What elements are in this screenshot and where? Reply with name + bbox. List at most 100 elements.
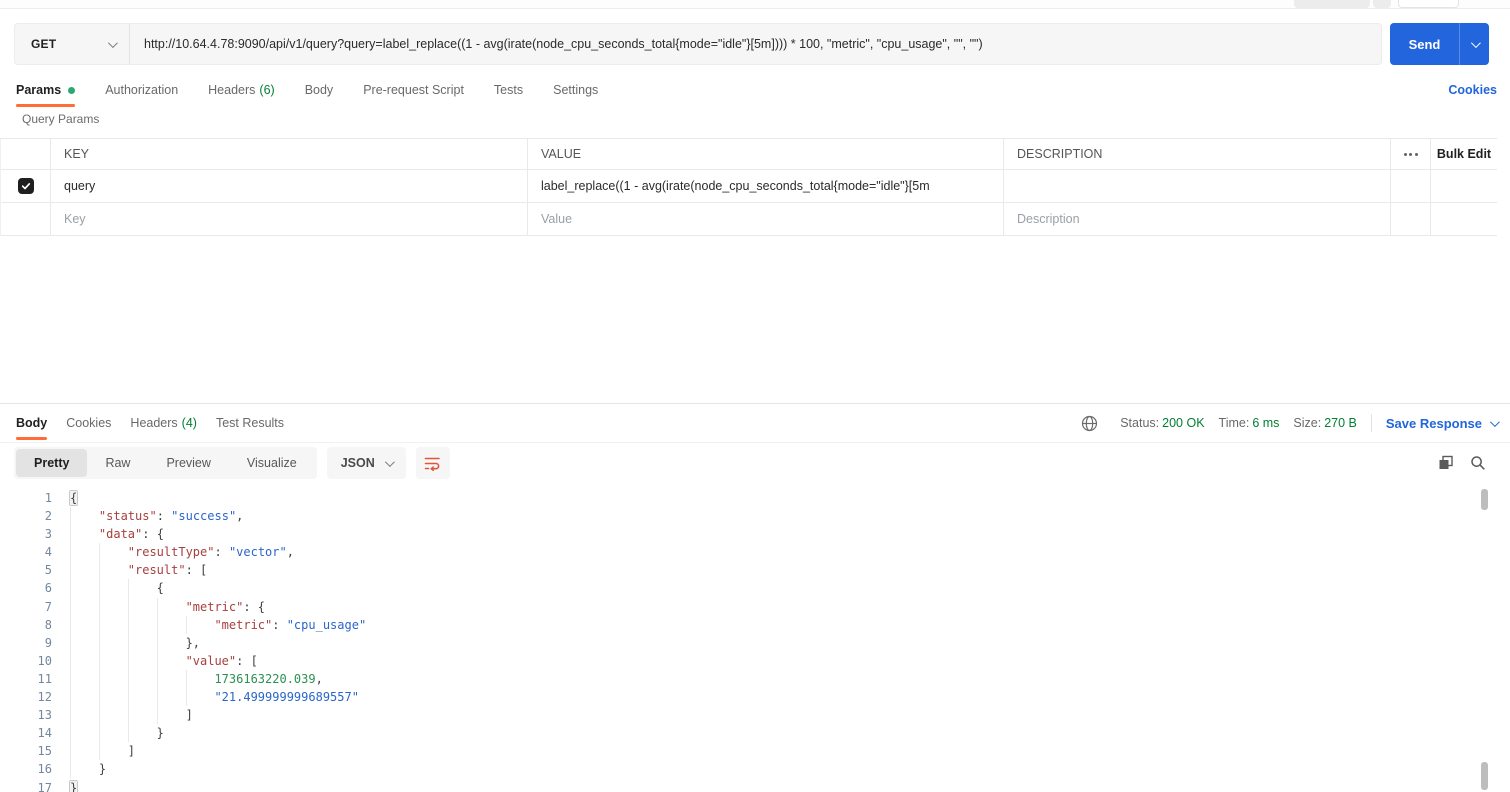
view-tab-preview[interactable]: Preview <box>148 449 228 477</box>
http-method-dropdown[interactable]: GET <box>15 24 130 64</box>
search-icon <box>1470 455 1486 471</box>
tab-headers[interactable]: Headers(6) <box>208 75 275 105</box>
copy-response-button[interactable] <box>1438 455 1454 471</box>
code-line: 111736163220.039, <box>0 670 1484 688</box>
code-line: 9}, <box>0 634 1484 652</box>
indent-guide <box>157 670 186 688</box>
send-options-button[interactable] <box>1459 23 1489 65</box>
indent-guide <box>70 706 99 724</box>
line-number: 3 <box>0 525 52 543</box>
param-key-cell[interactable]: query <box>51 170 528 203</box>
wrap-text-button[interactable] <box>416 447 450 479</box>
postman-request-window: GET Send ParamsAuthorizationHeaders(6)Bo… <box>0 0 1510 792</box>
response-status: Status:200 OK <box>1120 416 1204 430</box>
tab-count-badge: (6) <box>259 83 274 97</box>
response-tab-body[interactable]: Body <box>16 408 47 438</box>
indent-guide <box>99 616 128 634</box>
line-number: 8 <box>0 616 52 634</box>
scrollbar-thumb[interactable] <box>1481 762 1488 790</box>
indent-guide <box>128 634 157 652</box>
tab-label: Authorization <box>105 83 178 97</box>
empty-row-checkbox-cell <box>1 203 51 236</box>
code-line: 17} <box>0 779 1484 792</box>
indent-guide <box>186 616 215 634</box>
network-globe-icon[interactable] <box>1081 415 1098 432</box>
view-tab-pretty[interactable]: Pretty <box>16 449 87 477</box>
indent-guide <box>70 507 99 525</box>
indent-guide <box>128 616 157 634</box>
tab-tests[interactable]: Tests <box>494 75 523 105</box>
new-param-description-input[interactable]: Description <box>1004 203 1391 236</box>
cookies-link[interactable]: Cookies <box>1448 83 1497 97</box>
request-url-row: GET Send <box>14 23 1489 65</box>
view-tab-raw[interactable]: Raw <box>87 449 148 477</box>
indent-guide <box>99 561 128 579</box>
chevron-down-icon <box>1471 38 1481 48</box>
code-line: 8"metric": "cpu_usage" <box>0 616 1484 634</box>
tab-label: Test Results <box>216 416 284 430</box>
indent-guide <box>157 652 186 670</box>
more-options-cell <box>1391 139 1431 170</box>
response-scrollbar[interactable] <box>1481 487 1489 790</box>
url-bar: GET <box>14 23 1382 65</box>
bulk-edit-button[interactable]: Bulk Edit <box>1431 139 1497 170</box>
indent-guide <box>70 724 99 742</box>
code-token: : [ <box>186 563 208 577</box>
tab-params[interactable]: Params <box>16 75 75 105</box>
copy-icon <box>1438 455 1454 471</box>
code-line: 7"metric": { <box>0 598 1484 616</box>
scrollbar-thumb[interactable] <box>1481 489 1488 510</box>
value-column-header: VALUE <box>528 139 1004 170</box>
more-options-icon[interactable] <box>1404 153 1418 156</box>
response-tab-cookies[interactable]: Cookies <box>66 408 111 438</box>
request-url-input[interactable] <box>130 24 1381 64</box>
response-size: Size:270 B <box>1293 416 1356 430</box>
empty-row-actions-cell <box>1391 203 1431 236</box>
empty-row-actions-cell <box>1431 203 1497 236</box>
code-token: "metric" <box>214 618 272 632</box>
tab-settings[interactable]: Settings <box>553 75 598 105</box>
response-tab-headers[interactable]: Headers(4) <box>130 408 197 438</box>
new-param-value-input[interactable]: Value <box>528 203 1004 236</box>
response-tab-test-results[interactable]: Test Results <box>216 408 284 438</box>
indent-guide <box>157 616 186 634</box>
param-row-checkbox-cell <box>1 170 51 203</box>
code-line: 15] <box>0 742 1484 760</box>
indent-guide <box>99 652 128 670</box>
line-number: 2 <box>0 507 52 525</box>
indent-guide <box>128 598 157 616</box>
indent-guide <box>99 543 128 561</box>
code-token: }, <box>186 636 200 650</box>
search-response-button[interactable] <box>1470 455 1486 471</box>
response-time: Time:6 ms <box>1219 416 1280 430</box>
tab-pre-request-script[interactable]: Pre-request Script <box>363 75 464 105</box>
format-dropdown[interactable]: JSON <box>327 447 406 479</box>
new-param-key-input[interactable]: Key <box>51 203 528 236</box>
save-response-button[interactable]: Save Response <box>1386 416 1497 431</box>
param-description-cell[interactable] <box>1004 170 1391 203</box>
code-token: "value" <box>186 654 237 668</box>
param-value-cell[interactable]: label_replace((1 - avg(irate(node_cpu_se… <box>528 170 1004 203</box>
view-tab-visualize[interactable]: Visualize <box>229 449 315 477</box>
code-token: "data" <box>99 527 142 541</box>
line-number: 7 <box>0 598 52 616</box>
param-enabled-checkbox[interactable] <box>18 178 34 194</box>
code-token: : <box>272 618 286 632</box>
query-params-table: KEY VALUE DESCRIPTION Bulk Edit query la… <box>0 138 1497 236</box>
code-token: , <box>287 545 294 559</box>
line-number: 6 <box>0 579 52 597</box>
line-number: 10 <box>0 652 52 670</box>
tab-body[interactable]: Body <box>305 75 334 105</box>
response-body-json: 1{2"status": "success",3"data": {4"resul… <box>0 485 1484 792</box>
tab-authorization[interactable]: Authorization <box>105 75 178 105</box>
cutoff-ui-remnant <box>1373 0 1391 8</box>
divider <box>1371 414 1372 432</box>
indent-guide <box>186 688 215 706</box>
code-token: } <box>99 762 106 776</box>
line-number: 13 <box>0 706 52 724</box>
chevron-down-icon <box>108 38 118 48</box>
send-button[interactable]: Send <box>1390 23 1489 65</box>
request-tabs: Params Authorization Headers(6) Body Pre-req… <box>16 75 1497 105</box>
tab-label: Headers <box>130 416 177 430</box>
indent-guide <box>157 634 186 652</box>
